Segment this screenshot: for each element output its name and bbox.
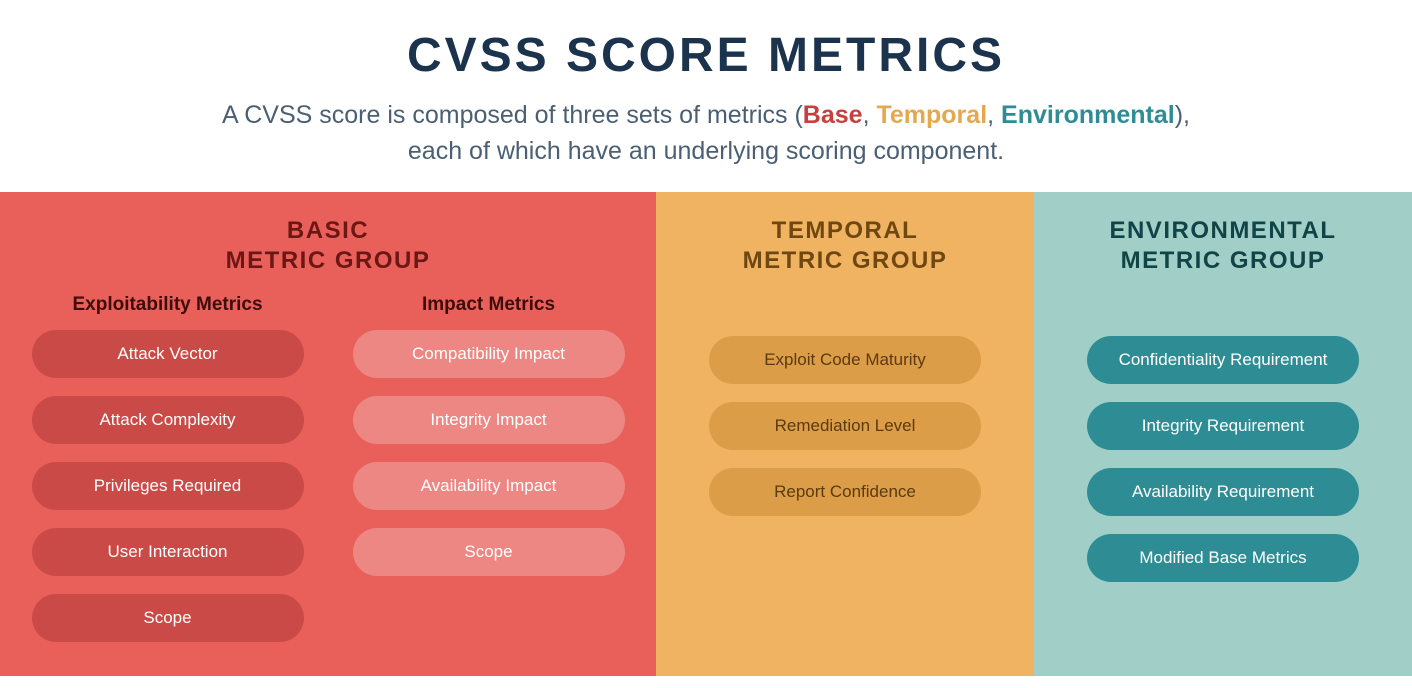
env-title-line1: ENVIRONMENTAL <box>1109 217 1336 244</box>
temporal-title-line2: METRIC GROUP <box>743 247 948 274</box>
metric-pill: Availability Impact <box>353 462 625 510</box>
subtitle-sep1: , <box>863 101 877 129</box>
metric-pill: Scope <box>32 594 304 642</box>
subtitle-sep2: , <box>987 101 1001 129</box>
metric-pill: Scope <box>353 528 625 576</box>
keyword-environmental: Environmental <box>1001 101 1175 129</box>
subtitle-prefix: A CVSS score is composed of three sets o… <box>222 101 803 129</box>
environmental-metric-group: ENVIRONMENTAL METRIC GROUP Confidentiali… <box>1034 192 1412 676</box>
metric-pill: Confidentiality Requirement <box>1087 336 1359 384</box>
basic-group-title: BASIC METRIC GROUP <box>18 216 638 276</box>
keyword-base: Base <box>803 101 863 129</box>
subtitle-mid: ), <box>1175 101 1190 129</box>
basic-title-line2: METRIC GROUP <box>226 247 431 274</box>
temporal-title-line1: TEMPORAL <box>772 217 919 244</box>
exploitability-column: Exploitability Metrics Attack Vector Att… <box>18 294 317 660</box>
metric-pill: Attack Vector <box>32 330 304 378</box>
environmental-group-title: ENVIRONMENTAL METRIC GROUP <box>1052 216 1394 276</box>
subtitle: A CVSS score is composed of three sets o… <box>0 97 1412 170</box>
metric-groups: BASIC METRIC GROUP Exploitability Metric… <box>0 192 1412 676</box>
metric-pill: Remediation Level <box>709 402 981 450</box>
impact-column: Impact Metrics Compatibility Impact Inte… <box>339 294 638 660</box>
metric-pill: Integrity Requirement <box>1087 402 1359 450</box>
basic-title-line1: BASIC <box>287 217 369 244</box>
metric-pill: Modified Base Metrics <box>1087 534 1359 582</box>
metric-pill: Integrity Impact <box>353 396 625 444</box>
temporal-group-title: TEMPORAL METRIC GROUP <box>674 216 1016 276</box>
metric-pill: Report Confidence <box>709 468 981 516</box>
impact-heading: Impact Metrics <box>422 294 555 316</box>
metric-pill: Compatibility Impact <box>353 330 625 378</box>
metric-pill: Privileges Required <box>32 462 304 510</box>
metric-pill: Exploit Code Maturity <box>709 336 981 384</box>
exploitability-heading: Exploitability Metrics <box>72 294 262 316</box>
keyword-temporal: Temporal <box>876 101 987 129</box>
basic-columns: Exploitability Metrics Attack Vector Att… <box>18 294 638 660</box>
header: CVSS SCORE METRICS A CVSS score is compo… <box>0 0 1412 192</box>
metric-pill: Attack Complexity <box>32 396 304 444</box>
subtitle-line2: each of which have an underlying scoring… <box>408 137 1004 165</box>
environmental-column: Confidentiality Requirement Integrity Re… <box>1052 336 1394 600</box>
page-title: CVSS SCORE METRICS <box>0 28 1412 83</box>
temporal-metric-group: TEMPORAL METRIC GROUP Exploit Code Matur… <box>656 192 1034 676</box>
env-title-line2: METRIC GROUP <box>1121 247 1326 274</box>
metric-pill: User Interaction <box>32 528 304 576</box>
basic-metric-group: BASIC METRIC GROUP Exploitability Metric… <box>0 192 656 676</box>
temporal-column: Exploit Code Maturity Remediation Level … <box>674 336 1016 534</box>
metric-pill: Availability Requirement <box>1087 468 1359 516</box>
